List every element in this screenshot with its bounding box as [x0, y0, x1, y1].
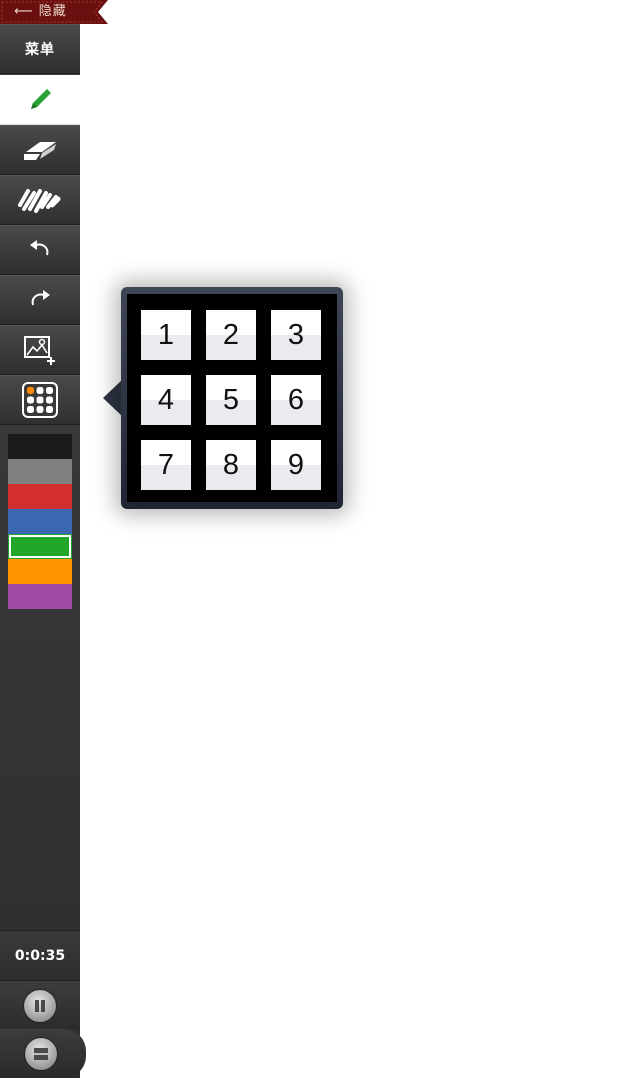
- grid-icon: [22, 382, 58, 418]
- menu-label: 菜单: [25, 42, 55, 58]
- redo-button[interactable]: [0, 275, 80, 325]
- grid-cell-3[interactable]: 3: [271, 310, 321, 360]
- pen-tool-button[interactable]: [0, 75, 80, 125]
- grid-cell-7[interactable]: 7: [141, 440, 191, 490]
- stop-button[interactable]: [24, 1036, 58, 1071]
- scribble-tool-button[interactable]: [0, 175, 80, 225]
- grid-cell-9[interactable]: 9: [271, 440, 321, 490]
- pause-control: [0, 980, 80, 1030]
- add-image-button[interactable]: [0, 325, 80, 375]
- popup-pointer: [103, 380, 122, 416]
- redo-icon: [31, 290, 50, 306]
- undo-icon: [30, 240, 49, 256]
- hide-toolbar-tab[interactable]: ⟵ 隐藏: [0, 0, 108, 24]
- grid-popup: 1 2 3 4 5 6 7 8 9: [121, 287, 343, 509]
- stop-control: [0, 1029, 86, 1078]
- grid-button[interactable]: [0, 375, 80, 425]
- stop-icon: [34, 1047, 48, 1060]
- undo-button[interactable]: [0, 225, 80, 275]
- eraser-icon: [24, 142, 56, 160]
- pause-button[interactable]: [23, 988, 57, 1023]
- hide-tab-label: ⟵ 隐藏: [14, 4, 67, 19]
- add-image-icon: [24, 336, 55, 365]
- app: ⟵ 隐藏 菜单 0:0:35 1 2 3 4 5 6 7 8 9: [0, 0, 626, 1078]
- color-swatch-purple[interactable]: [8, 584, 72, 609]
- grid-cell-1[interactable]: 1: [141, 310, 191, 360]
- eraser-tool-button[interactable]: [0, 125, 80, 175]
- grid-cell-4[interactable]: 4: [141, 375, 191, 425]
- color-swatch-green[interactable]: [8, 534, 72, 559]
- grid-cell-2[interactable]: 2: [206, 310, 256, 360]
- pause-icon: [35, 999, 45, 1012]
- recording-timer: 0:0:35: [0, 930, 80, 980]
- color-swatch-gray[interactable]: [8, 459, 72, 484]
- grid-cell-6[interactable]: 6: [271, 375, 321, 425]
- menu-button[interactable]: 菜单: [0, 24, 80, 74]
- grid-cell-8[interactable]: 8: [206, 440, 256, 490]
- color-swatch-red[interactable]: [8, 484, 72, 509]
- scribble-icon: [18, 189, 61, 213]
- color-swatch-blue[interactable]: [8, 509, 72, 534]
- color-swatch-black[interactable]: [8, 434, 72, 459]
- color-swatch-orange[interactable]: [8, 559, 72, 584]
- grid-cell-5[interactable]: 5: [206, 375, 256, 425]
- pencil-icon: [31, 89, 51, 109]
- grid-popup-panel: 1 2 3 4 5 6 7 8 9: [127, 294, 337, 502]
